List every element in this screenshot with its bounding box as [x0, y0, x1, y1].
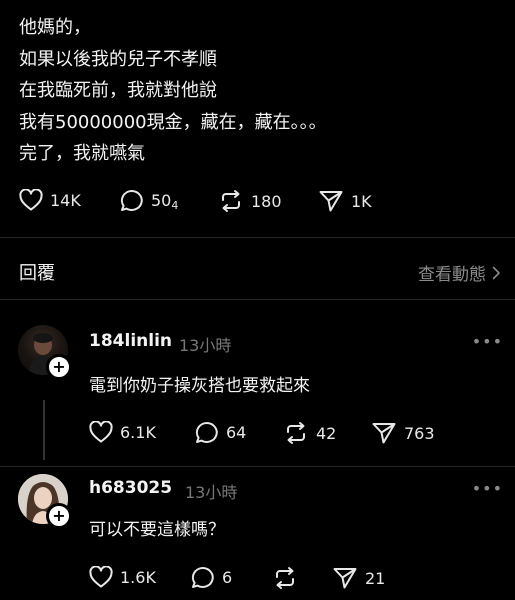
reply-timestamp: 13小時 [185, 483, 238, 502]
post-line: 如果以後我的兒子不孝順 [19, 48, 217, 70]
repost-icon [276, 567, 294, 589]
reply-text: 可以不要這樣嗎？ [89, 520, 225, 540]
reply-timestamp: 13小時 [179, 336, 232, 355]
share-button[interactable]: 763 [371, 421, 435, 445]
like-count: 1.6K [120, 567, 156, 587]
repost-button[interactable]: 42 [283, 421, 336, 445]
comment-count: 50 [151, 191, 172, 210]
repost-count: 42 [316, 423, 337, 443]
chevron-right-icon [492, 266, 500, 279]
post-line: 我有50000000現金，藏在，藏在。。。 [19, 111, 327, 133]
share-button[interactable]: 1K [318, 189, 372, 213]
like-count: 14K [50, 190, 81, 210]
follow-plus-icon[interactable]: + [46, 503, 72, 529]
send-icon [333, 568, 357, 589]
heart-icon [89, 566, 113, 588]
reply-actions: 6.1K 64 42 763 [89, 421, 489, 445]
replies-tab-label[interactable]: 回覆 [19, 259, 55, 285]
share-button[interactable]: 21 [332, 566, 385, 590]
heart-icon [19, 189, 43, 211]
more-options-icon[interactable]: ••• [472, 479, 503, 498]
like-button[interactable]: 14K [19, 189, 81, 211]
share-count: 763 [404, 423, 435, 443]
send-icon [372, 423, 396, 444]
comment-button[interactable]: 64 [195, 421, 246, 444]
comment-count-sub: 4 [171, 199, 179, 212]
repost-button[interactable]: 180 [218, 189, 282, 213]
reply-username[interactable]: h683025 [89, 478, 172, 498]
send-icon [319, 191, 343, 212]
reply-username[interactable]: 184linlin [89, 331, 172, 351]
reply-avatar[interactable]: + [18, 474, 72, 529]
post-line: 在我臨死前，我就對他說 [19, 80, 217, 101]
divider [0, 237, 515, 238]
repost-count: 180 [251, 191, 282, 211]
post-body: 他媽的， 如果以後我的兒子不孝順 在我臨死前，我就對他說 我有50000000現… [19, 12, 327, 170]
comment-bubble-icon [120, 189, 143, 211]
like-button[interactable]: 1.6K [89, 566, 156, 588]
share-count: 21 [365, 568, 386, 588]
divider [0, 299, 515, 300]
comment-bubble-icon [191, 566, 214, 588]
like-button[interactable]: 6.1K [89, 421, 156, 443]
repost-icon [222, 190, 240, 212]
share-count: 1K [351, 191, 372, 211]
view-activity-label: 查看動態 [418, 265, 486, 285]
like-count: 6.1K [120, 422, 156, 442]
thread-line [43, 400, 45, 460]
comment-count: 64 [226, 423, 247, 442]
follow-plus-icon[interactable]: + [46, 354, 72, 380]
comment-button[interactable]: 6 [191, 566, 232, 589]
post-line: 他媽的， [19, 17, 91, 38]
reply-text: 電到你奶子操灰搭也要救起來 [89, 376, 310, 396]
comment-bubble-icon [195, 421, 218, 443]
comment-count: 6 [222, 568, 233, 587]
reply-avatar[interactable]: + [18, 325, 72, 380]
more-options-icon[interactable]: ••• [472, 332, 503, 351]
post-line: 完了，我就嚥氣 [19, 143, 145, 164]
repost-button[interactable] [272, 566, 305, 590]
repost-icon [287, 422, 305, 444]
view-activity-link[interactable]: 查看動態 [418, 260, 501, 285]
reply-actions: 1.6K 6 21 [89, 566, 489, 590]
divider [0, 466, 515, 467]
post-actions: 14K 50 4 180 1K [19, 189, 419, 213]
heart-icon [89, 421, 113, 443]
comment-button[interactable]: 50 4 [120, 189, 178, 212]
